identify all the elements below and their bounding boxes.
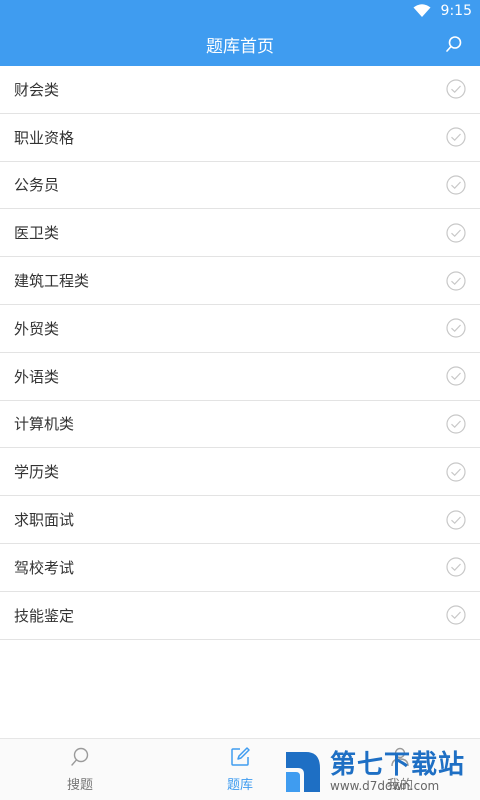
- wifi-icon: [413, 4, 431, 17]
- tab-search[interactable]: 搜题: [0, 739, 160, 800]
- list-item-label: 求职面试: [14, 511, 75, 530]
- search-button[interactable]: [444, 34, 464, 54]
- check-circle-icon: [446, 127, 466, 147]
- list-item[interactable]: 驾校考试: [0, 544, 480, 592]
- tab-label: 搜题: [66, 778, 93, 793]
- check-circle-icon: [446, 557, 466, 577]
- category-list: 财会类 职业资格 公务员 医卫类 建筑工程类 外贸类 外语类 计算机类 学历类 …: [0, 66, 480, 640]
- check-circle-icon: [446, 509, 466, 530]
- check-circle-icon: [446, 462, 466, 482]
- list-item[interactable]: 技能鉴定: [0, 592, 480, 640]
- status-bar: 9:15: [0, 0, 480, 22]
- list-item-label: 公务员: [14, 176, 60, 195]
- list-item-label: 外语类: [14, 367, 60, 386]
- list-item[interactable]: 建筑工程类: [0, 257, 480, 305]
- edit-icon: [231, 747, 250, 766]
- list-item-label: 外贸类: [14, 319, 60, 338]
- list-item-label: 财会类: [14, 80, 60, 99]
- list-item[interactable]: 外贸类: [0, 305, 480, 353]
- list-item[interactable]: 财会类: [0, 66, 480, 114]
- list-item[interactable]: 外语类: [0, 353, 480, 401]
- status-time: 9:15: [440, 3, 472, 19]
- check-circle-icon: [446, 270, 466, 291]
- list-item-label: 驾校考试: [14, 558, 75, 577]
- list-item[interactable]: 职业资格: [0, 114, 480, 162]
- list-item[interactable]: 学历类: [0, 448, 480, 497]
- page-title: 题库首页: [206, 36, 274, 57]
- list-item-label: 技能鉴定: [14, 606, 75, 625]
- check-circle-icon: [446, 414, 466, 434]
- list-item[interactable]: 计算机类: [0, 401, 480, 449]
- watermark-logo: [286, 752, 320, 792]
- watermark-url: www.d7down.com: [330, 779, 440, 793]
- watermark-title: 第七下载站: [330, 750, 466, 780]
- check-circle-icon: [446, 605, 466, 625]
- watermark: 第七下载站 www.d7down.com: [282, 744, 480, 800]
- list-item-label: 医卫类: [14, 224, 60, 243]
- check-circle-icon: [446, 175, 466, 195]
- check-circle-icon: [446, 366, 466, 386]
- search-icon: [446, 36, 462, 52]
- search-icon: [71, 747, 89, 766]
- list-item-label: 学历类: [14, 463, 60, 482]
- check-circle-icon: [446, 79, 466, 99]
- list-item-label: 计算机类: [14, 415, 75, 434]
- check-circle-icon: [446, 318, 466, 338]
- list-item-label: 建筑工程类: [14, 272, 90, 291]
- list-item[interactable]: 医卫类: [0, 209, 480, 258]
- check-circle-icon: [446, 223, 466, 243]
- list-item[interactable]: 求职面试: [0, 496, 480, 544]
- list-item-label: 职业资格: [14, 128, 75, 147]
- tab-label: 题库: [226, 778, 253, 793]
- app-header: 题库首页: [0, 22, 480, 66]
- list-item[interactable]: 公务员: [0, 162, 480, 210]
